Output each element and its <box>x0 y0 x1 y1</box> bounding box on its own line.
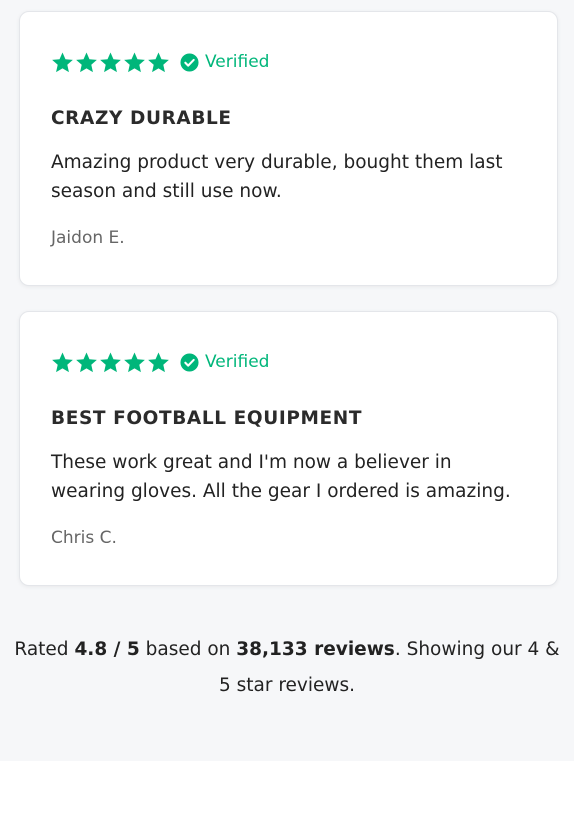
star-icon <box>52 51 73 72</box>
review-card: Verified BEST FOOTBALL EQUIPMENT These w… <box>19 311 558 586</box>
review-author: Chris C. <box>51 528 117 548</box>
star-icon <box>100 351 121 372</box>
summary-rating: 4.8 / 5 <box>74 639 140 660</box>
review-title: BEST FOOTBALL EQUIPMENT <box>51 408 363 429</box>
star-icon <box>124 351 145 372</box>
verified-badge: Verified <box>180 52 269 72</box>
summary-review-count: 38,133 reviews <box>236 639 395 660</box>
star-icon <box>124 51 145 72</box>
review-title: CRAZY DURABLE <box>51 108 232 129</box>
star-icon <box>148 351 169 372</box>
star-icon <box>76 351 97 372</box>
review-body: Amazing product very durable, bought the… <box>51 152 503 202</box>
star-icon <box>76 51 97 72</box>
verified-badge: Verified <box>180 352 269 372</box>
star-icon <box>148 51 169 72</box>
verified-label: Verified <box>205 52 270 72</box>
rating-row: Verified <box>51 350 269 374</box>
check-circle-icon <box>180 352 199 372</box>
rating-row: Verified <box>51 50 269 74</box>
star-rating <box>51 51 170 74</box>
review-body: These work great and I'm now a believer … <box>51 452 511 502</box>
verified-label: Verified <box>205 352 270 372</box>
review-author: Jaidon E. <box>51 228 125 248</box>
summary-middle: based on <box>139 639 237 660</box>
star-icon <box>100 51 121 72</box>
review-card: Verified CRAZY DURABLE Amazing product v… <box>19 11 558 286</box>
check-circle-icon <box>180 52 199 72</box>
star-rating <box>51 351 170 374</box>
star-icon <box>52 351 73 372</box>
reviews-section: Verified CRAZY DURABLE Amazing product v… <box>0 0 574 761</box>
rating-summary: Rated 4.8 / 5 based on 38,133 reviews. S… <box>0 632 574 704</box>
summary-prefix: Rated <box>14 639 75 660</box>
